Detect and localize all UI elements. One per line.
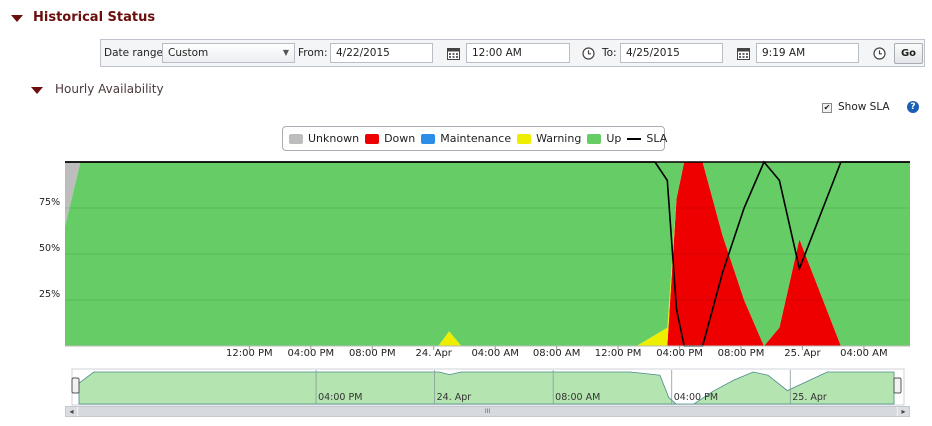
navigator-handle-left[interactable] <box>71 377 80 394</box>
scroll-right-button[interactable]: ▸ <box>898 407 909 416</box>
horizontal-scrollbar[interactable]: ◂ III ▸ <box>65 406 910 417</box>
scrollbar-thumb[interactable]: III <box>78 407 897 416</box>
navigator-tick-label: 24. Apr <box>436 392 472 403</box>
navigator-tick-label: 04:00 PM <box>318 392 363 403</box>
navigator[interactable] <box>0 0 932 426</box>
navigator-tick-label: 08:00 AM <box>555 392 601 403</box>
navigator-tick-label: 04:00 PM <box>673 392 719 403</box>
navigator-tick-label: 25. Apr <box>792 392 827 403</box>
navigator-labels: 04:00 PM 24. Apr 08:00 AM 04:00 PM 25. Apr <box>0 392 932 404</box>
navigator-handle-right[interactable] <box>893 377 902 394</box>
scroll-left-button[interactable]: ◂ <box>66 407 77 416</box>
